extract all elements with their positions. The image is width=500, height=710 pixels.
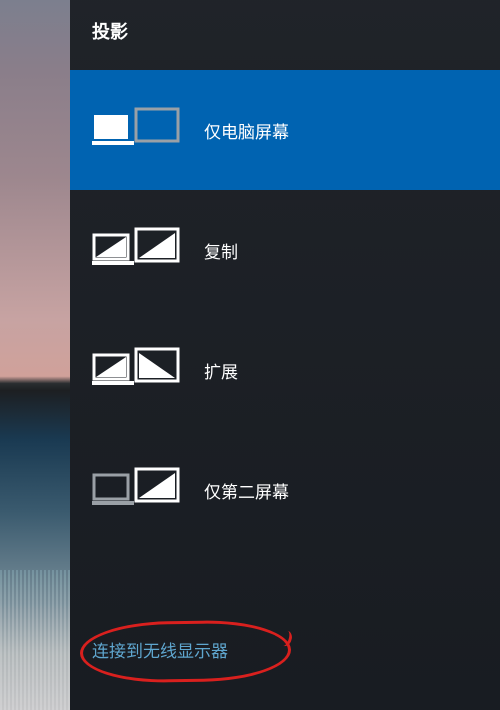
wireless-link-row: 连接到无线显示器: [92, 637, 228, 662]
project-option-duplicate[interactable]: 复制: [70, 190, 500, 310]
desktop-wallpaper: [0, 0, 70, 710]
project-option-label: 复制: [204, 238, 238, 263]
project-option-second-only[interactable]: 仅第二屏幕: [70, 430, 500, 550]
screenshot-root: 投影 仅电脑屏幕: [0, 0, 500, 710]
project-option-label: 仅电脑屏幕: [204, 118, 289, 143]
duplicate-icon: [92, 223, 180, 277]
project-option-label: 仅第二屏幕: [204, 478, 289, 503]
pc-only-icon: [92, 103, 180, 157]
project-option-label: 扩展: [204, 358, 238, 383]
project-panel: 投影 仅电脑屏幕: [70, 0, 500, 710]
project-option-pc-only[interactable]: 仅电脑屏幕: [70, 70, 500, 190]
second-only-icon: [92, 463, 180, 517]
panel-title: 投影: [92, 18, 128, 44]
connect-wireless-display-link[interactable]: 连接到无线显示器: [92, 642, 228, 661]
project-options: 仅电脑屏幕 复制: [70, 70, 500, 550]
project-option-extend[interactable]: 扩展: [70, 310, 500, 430]
extend-icon: [92, 343, 180, 397]
